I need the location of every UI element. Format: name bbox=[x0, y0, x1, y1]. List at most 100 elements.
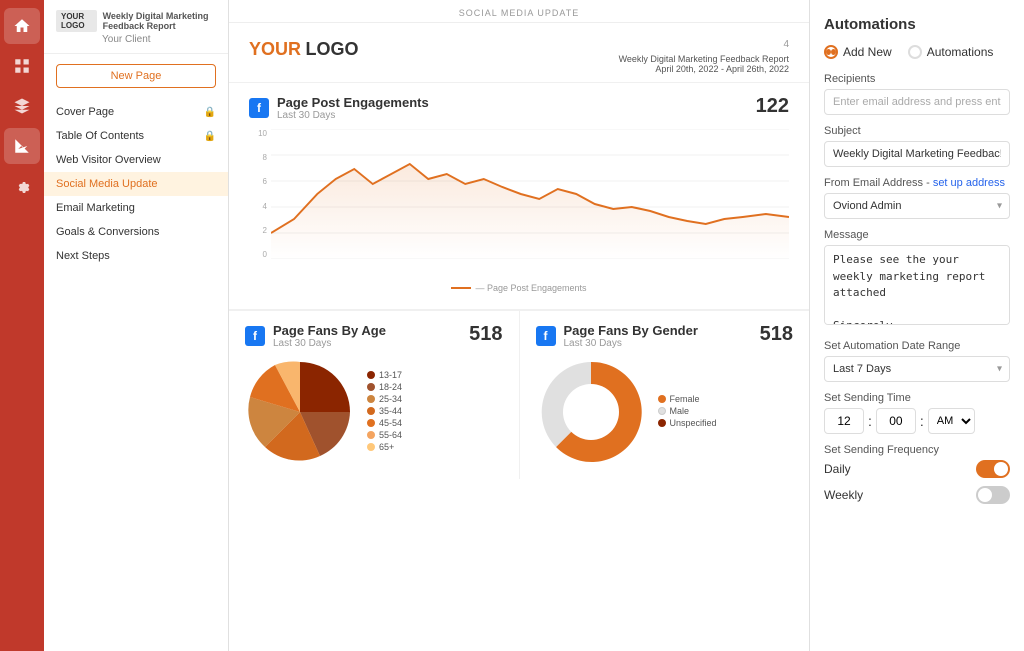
report-title-right: 4 Weekly Digital Marketing Feedback Repo… bbox=[619, 39, 789, 74]
gender-chart-section: f Page Fans By Gender Last 30 Days 518 bbox=[520, 311, 810, 479]
subject-label: Subject bbox=[824, 125, 1010, 137]
facebook-icon-gender: f bbox=[536, 326, 556, 346]
chart-subtitle: Last 30 Days bbox=[277, 110, 429, 121]
chart-legend: — Page Post Engagements bbox=[249, 283, 789, 293]
radio-automations[interactable]: Automations bbox=[908, 45, 994, 59]
report-page-header: YOUR LOGO 4 Weekly Digital Marketing Fee… bbox=[229, 23, 809, 82]
nav-items-list: Cover Page 🔒 Table Of Contents 🔒 Web Vis… bbox=[44, 96, 228, 272]
daily-row: Daily bbox=[824, 460, 1010, 478]
recipients-input[interactable] bbox=[824, 89, 1010, 115]
time-row: : : AM PM bbox=[824, 408, 1010, 434]
chart-value: 122 bbox=[756, 95, 789, 118]
subject-input[interactable] bbox=[824, 141, 1010, 167]
sidebar bbox=[0, 0, 44, 651]
from-email-select[interactable]: Oviond Admin bbox=[824, 193, 1010, 219]
nav-item-goals[interactable]: Goals & Conversions bbox=[44, 220, 228, 244]
gender-chart-subtitle: Last 30 Days bbox=[564, 338, 698, 349]
lock-icon: 🔒 bbox=[204, 107, 216, 118]
nav-panel: YOUR LOGO Weekly Digital Marketing Feedb… bbox=[44, 0, 229, 651]
nav-report-title: Weekly Digital Marketing Feedback Report bbox=[103, 11, 216, 31]
message-label: Message bbox=[824, 229, 1010, 241]
radio-label-add-new: Add New bbox=[843, 45, 892, 59]
line-chart: 10 8 6 4 2 0 bbox=[249, 129, 789, 279]
gender-pie-area: Female Male Unspecified bbox=[536, 357, 794, 467]
date-range-select[interactable]: Last 7 Days Last 30 Days Last 90 Days bbox=[824, 356, 1010, 382]
settings-icon[interactable] bbox=[4, 168, 40, 204]
section-label: SOCIAL MEDIA UPDATE bbox=[229, 4, 809, 22]
nav-item-cover[interactable]: Cover Page 🔒 bbox=[44, 100, 228, 124]
radio-circle-unselected bbox=[908, 45, 922, 59]
layers-icon[interactable] bbox=[4, 88, 40, 124]
legend-label: — Page Post Engagements bbox=[475, 283, 586, 293]
chart-title: Page Post Engagements bbox=[277, 95, 429, 110]
weekly-row: Weekly bbox=[824, 486, 1010, 504]
hour-input[interactable] bbox=[824, 408, 864, 434]
nav-item-toc[interactable]: Table Of Contents 🔒 bbox=[44, 124, 228, 148]
nav-item-label: Next Steps bbox=[56, 250, 110, 262]
nav-header: YOUR LOGO Weekly Digital Marketing Feedb… bbox=[44, 0, 228, 54]
age-chart-subtitle: Last 30 Days bbox=[273, 338, 386, 349]
setup-address-link[interactable]: set up address bbox=[933, 177, 1005, 189]
date-range-select-wrapper: Last 7 Days Last 30 Days Last 90 Days ▾ bbox=[824, 356, 1010, 382]
home-icon[interactable] bbox=[4, 8, 40, 44]
gender-chart-value: 518 bbox=[760, 323, 793, 346]
logo-logo: LOGO bbox=[305, 39, 358, 59]
nav-item-label: Table Of Contents bbox=[56, 130, 144, 142]
report-name: Weekly Digital Marketing Feedback Report bbox=[619, 54, 789, 64]
daily-label: Daily bbox=[824, 462, 851, 476]
new-page-button[interactable]: New Page bbox=[56, 64, 216, 88]
age-chart-title: Page Fans By Age bbox=[273, 323, 386, 338]
message-textarea[interactable]: Please see the your weekly marketing rep… bbox=[824, 245, 1010, 325]
age-pie-area: 13-17 18-24 25-34 35-44 45-54 55-64 65+ bbox=[245, 357, 503, 467]
age-chart-header: f Page Fans By Age Last 30 Days 518 bbox=[245, 323, 503, 349]
minute-input[interactable] bbox=[876, 408, 916, 434]
nav-client: Your Client bbox=[102, 34, 216, 45]
time-colon2: : bbox=[920, 413, 924, 429]
sending-time-label: Set Sending Time bbox=[824, 392, 1010, 404]
radio-add-new[interactable]: Add New bbox=[824, 45, 892, 59]
grid-icon[interactable] bbox=[4, 48, 40, 84]
report-logo: YOUR LOGO bbox=[249, 39, 358, 60]
nav-item-label: Social Media Update bbox=[56, 178, 158, 190]
age-chart-section: f Page Fans By Age Last 30 Days 518 bbox=[229, 311, 520, 479]
radio-label-automations: Automations bbox=[927, 45, 994, 59]
lock-icon: 🔒 bbox=[204, 131, 216, 142]
time-colon: : bbox=[868, 413, 872, 429]
radio-circle-selected bbox=[824, 45, 838, 59]
from-email-select-wrapper: Oviond Admin ▾ bbox=[824, 193, 1010, 219]
weekly-label: Weekly bbox=[824, 488, 863, 502]
ampm-select[interactable]: AM PM bbox=[928, 408, 975, 434]
nav-item-email[interactable]: Email Marketing bbox=[44, 196, 228, 220]
report-header: SOCIAL MEDIA UPDATE bbox=[229, 0, 809, 23]
logo-your: YOUR bbox=[249, 39, 301, 59]
gender-legend: Female Male Unspecified bbox=[658, 394, 717, 430]
main-content: SOCIAL MEDIA UPDATE YOUR LOGO 4 Weekly D… bbox=[229, 0, 809, 651]
age-chart-value: 518 bbox=[469, 323, 502, 346]
nav-item-label: Cover Page bbox=[56, 106, 114, 118]
age-legend: 13-17 18-24 25-34 35-44 45-54 55-64 65+ bbox=[367, 370, 402, 454]
chart-icon[interactable] bbox=[4, 128, 40, 164]
recipients-label: Recipients bbox=[824, 73, 1010, 85]
page-number: 4 bbox=[619, 39, 789, 50]
y-axis-labels: 10 8 6 4 2 0 bbox=[249, 129, 269, 259]
radio-group: Add New Automations bbox=[824, 45, 1010, 59]
nav-item-label: Web Visitor Overview bbox=[56, 154, 161, 166]
nav-item-web[interactable]: Web Visitor Overview bbox=[44, 148, 228, 172]
nav-item-label: Email Marketing bbox=[56, 202, 135, 214]
weekly-toggle[interactable] bbox=[976, 486, 1010, 504]
facebook-icon-age: f bbox=[245, 326, 265, 346]
automations-title: Automations bbox=[824, 16, 1010, 33]
date-range-label: Set Automation Date Range bbox=[824, 340, 1010, 352]
from-email-label: From Email Address - set up address bbox=[824, 177, 1010, 189]
bottom-charts: f Page Fans By Age Last 30 Days 518 bbox=[229, 309, 809, 479]
nav-item-social[interactable]: Social Media Update bbox=[44, 172, 228, 196]
nav-item-next[interactable]: Next Steps bbox=[44, 244, 228, 268]
automations-panel: Automations Add New Automations Recipien… bbox=[809, 0, 1024, 651]
chart-header: f Page Post Engagements Last 30 Days 122 bbox=[249, 95, 789, 121]
report-date: April 20th, 2022 - April 26th, 2022 bbox=[619, 64, 789, 74]
facebook-icon: f bbox=[249, 98, 269, 118]
daily-toggle[interactable] bbox=[976, 460, 1010, 478]
report-page: YOUR LOGO 4 Weekly Digital Marketing Fee… bbox=[229, 23, 809, 651]
nav-logo-box: YOUR LOGO bbox=[56, 10, 97, 32]
line-chart-section: f Page Post Engagements Last 30 Days 122 bbox=[229, 82, 809, 309]
